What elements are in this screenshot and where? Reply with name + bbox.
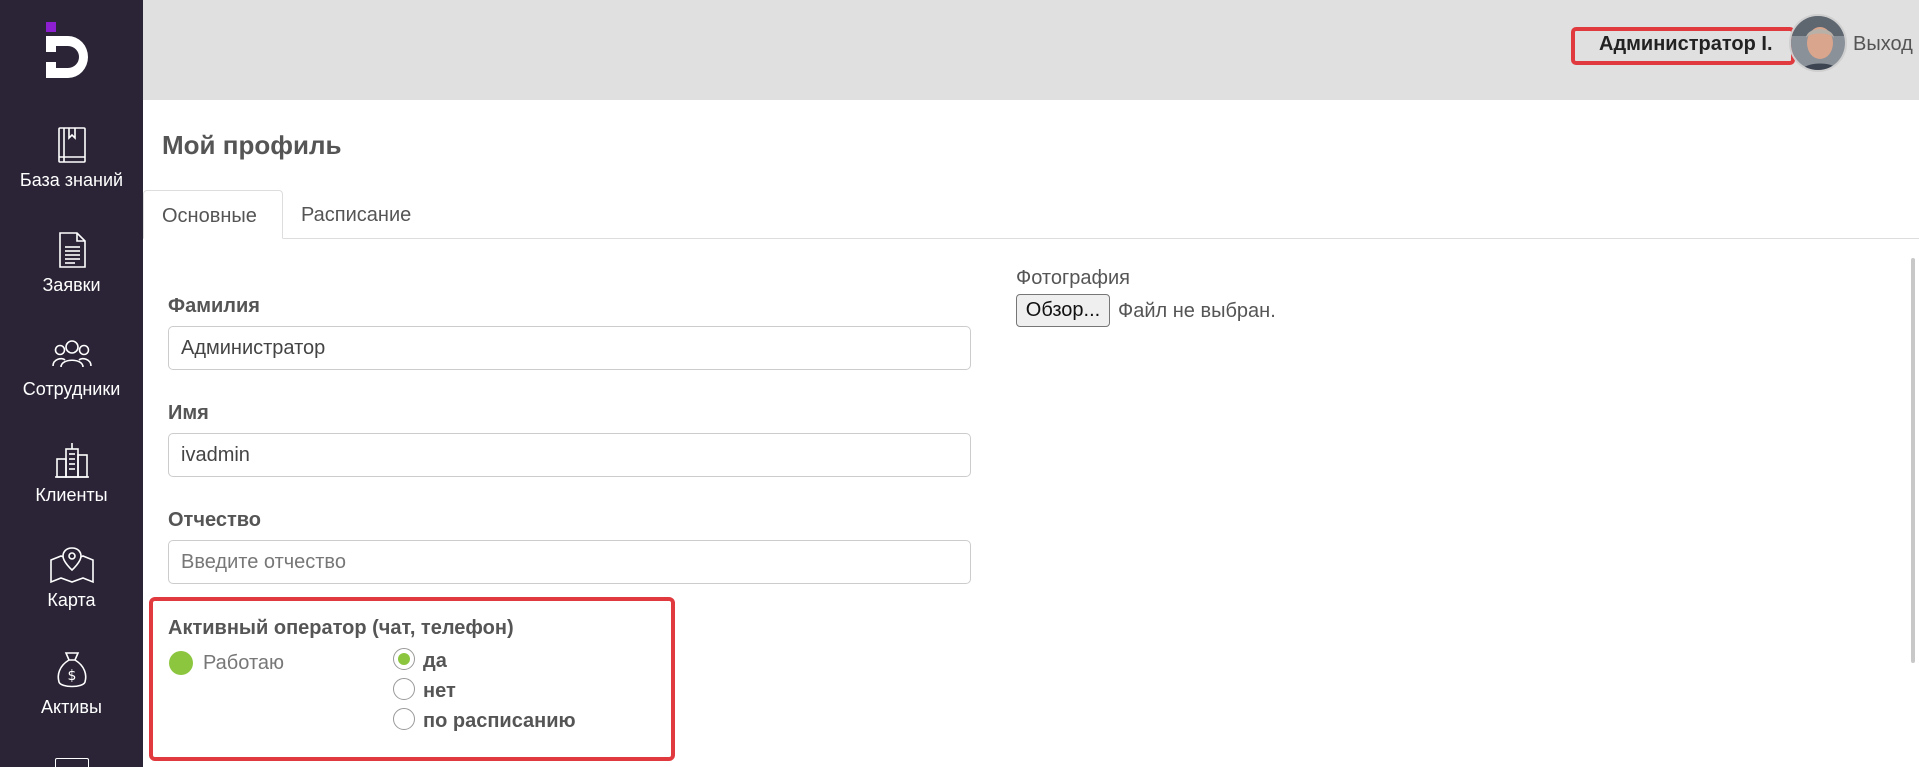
- sidebar-item-employees[interactable]: Сотрудники: [0, 337, 143, 427]
- radio-button[interactable]: [393, 708, 415, 730]
- status-indicator-icon: [169, 651, 193, 675]
- sidebar-item-label: Сотрудники: [22, 379, 121, 399]
- first-name-label: Имя: [168, 402, 209, 424]
- radio-label: нет: [423, 680, 456, 702]
- logo[interactable]: [44, 22, 100, 78]
- sidebar-item-knowledge-base[interactable]: База знаний: [0, 126, 143, 216]
- users-icon: [51, 340, 92, 368]
- sidebar-item-map[interactable]: Карта: [0, 546, 143, 636]
- user-name[interactable]: Администратор I.: [1599, 33, 1773, 56]
- last-name-field[interactable]: [168, 326, 971, 370]
- sidebar-item-label: Активы: [41, 697, 102, 717]
- document-icon: [58, 232, 86, 268]
- radio-button[interactable]: [393, 648, 415, 670]
- first-name-field[interactable]: [168, 433, 971, 477]
- avatar[interactable]: [1789, 14, 1847, 72]
- sidebar-item-requests[interactable]: Заявки: [0, 231, 143, 321]
- sidebar-item-label: Карта: [47, 590, 96, 610]
- radio-label: да: [423, 650, 447, 672]
- sidebar-item-more-icon[interactable]: [55, 758, 89, 767]
- file-status-text: Файл не выбран.: [1118, 300, 1276, 322]
- radio-label: по расписанию: [423, 710, 576, 732]
- middle-name-field[interactable]: [168, 540, 971, 584]
- tab-main[interactable]: Основные: [143, 190, 283, 239]
- middle-name-label: Отчество: [168, 509, 261, 531]
- money-bag-icon: $: [57, 652, 86, 688]
- last-name-label: Фамилия: [168, 295, 260, 317]
- tab-schedule[interactable]: Расписание: [283, 190, 429, 239]
- map-icon: [49, 547, 94, 584]
- page-title: Мой профиль: [162, 130, 342, 160]
- sidebar-item-assets[interactable]: $ Активы: [0, 651, 143, 741]
- photo-label: Фотография: [1016, 267, 1130, 289]
- buildings-icon: [54, 443, 89, 478]
- sidebar-item-clients[interactable]: Клиенты: [0, 441, 143, 531]
- sidebar: База знаний Заявки Сотрудники Клиенты Ка…: [0, 0, 143, 767]
- svg-text:$: $: [67, 668, 76, 684]
- scrollbar[interactable]: [1911, 258, 1915, 663]
- sidebar-item-label: Клиенты: [35, 485, 108, 505]
- active-operator-label: Активный оператор (чат, телефон): [168, 617, 514, 639]
- browse-file-button[interactable]: Обзор...: [1016, 294, 1110, 327]
- status-text: Работаю: [203, 652, 284, 674]
- sidebar-item-label: Заявки: [42, 275, 101, 295]
- book-icon: [57, 127, 86, 163]
- sidebar-item-label: База знаний: [19, 170, 124, 190]
- logout-link[interactable]: Выход: [1853, 33, 1913, 56]
- radio-button[interactable]: [393, 678, 415, 700]
